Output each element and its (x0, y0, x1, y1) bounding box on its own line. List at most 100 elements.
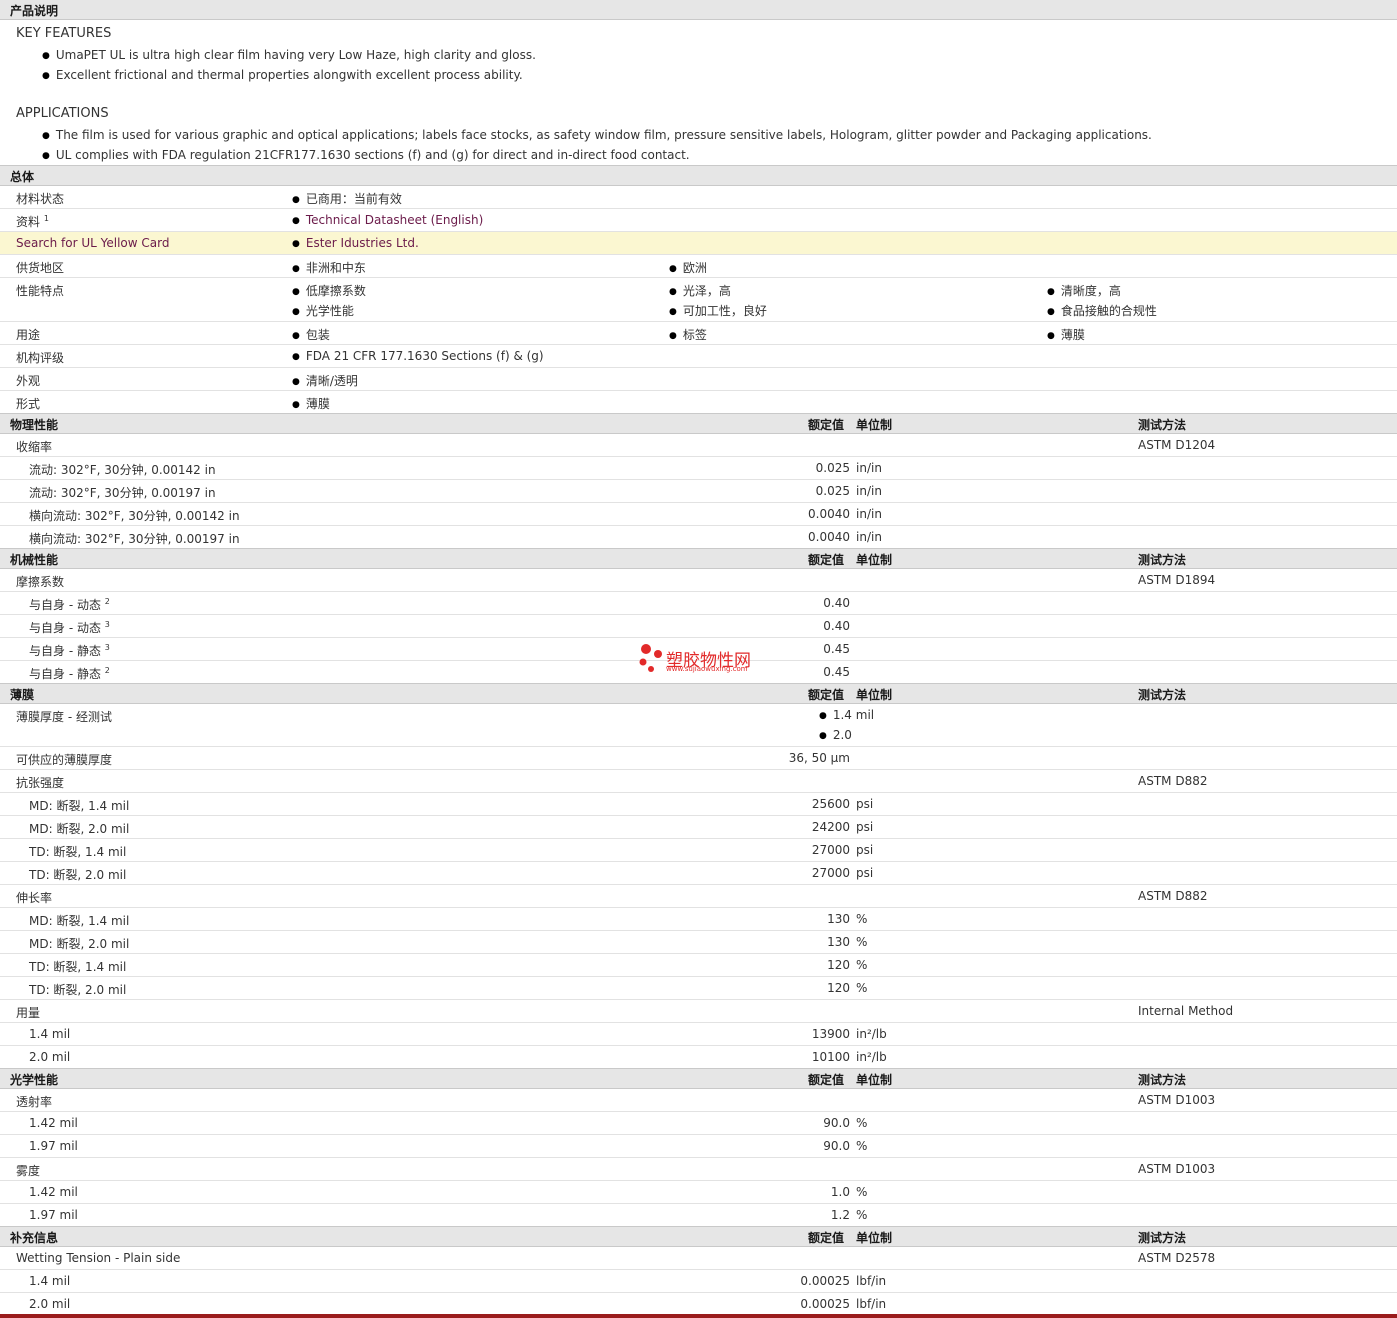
table-row: 与自身 - 动态 3 0.40 (0, 615, 1397, 638)
nominal-value: 0.00025 (800, 1297, 850, 1311)
row-yield: 用量 Internal Method (0, 1000, 1397, 1023)
test-method: ASTM D1003 (1138, 1093, 1216, 1107)
row-elongation: 伸长率 ASTM D882 (0, 885, 1397, 908)
table-row: 流动: 302°F, 30分钟, 0.00142 in 0.025 in/in (0, 457, 1397, 480)
feature-item: 可加工性，良好 (669, 302, 767, 319)
table-row: 1.97 mil 1.2 % (0, 1204, 1397, 1226)
nominal-value: 0.025 (815, 484, 850, 498)
unit-value: % (856, 1185, 868, 1199)
application-item: The film is used for various graphic and… (42, 128, 1152, 142)
nominal-value: 90.0 (823, 1139, 850, 1153)
nominal-value: 0.025 (815, 461, 850, 475)
feature-item: 食品接触的合规性 (1047, 302, 1157, 319)
prop-value: FDA 21 CFR 177.1630 Sections (f) & (g) (292, 349, 544, 363)
unit-value: % (856, 981, 868, 995)
nominal-value: 13900 (811, 1027, 850, 1041)
applications-title: APPLICATIONS (16, 106, 109, 121)
cond-label: 横向流动: 302°F, 30分钟, 0.00197 in (29, 532, 240, 546)
unit-value: psi (856, 866, 874, 880)
use-item: 标签 (669, 326, 707, 343)
bottom-bar (0, 1314, 1397, 1318)
table-row: 与自身 - 动态 2 0.40 (0, 592, 1397, 615)
table-row: MD: 断裂, 2.0 mil 130 % (0, 931, 1397, 954)
section-title: 机械性能 (10, 553, 59, 567)
watermark-url: www.sujiaowuxing.com (666, 665, 748, 673)
cond-label: MD: 断裂, 2.0 mil (29, 937, 130, 951)
technical-datasheet-link[interactable]: Technical Datasheet (English) (292, 213, 483, 227)
col-nominal: 额定值 (808, 553, 845, 567)
unit-value: in/in (856, 507, 882, 521)
unit-value: psi (856, 797, 874, 811)
table-row: TD: 断裂, 2.0 mil 120 % (0, 977, 1397, 1000)
row-features: 性能特点 低摩擦系数 光泽，高 清晰度，高 光学性能 可加工性，良好 食品接触的… (0, 278, 1397, 322)
row-shrinkage: 收缩率 ASTM D1204 (0, 434, 1397, 457)
cond-label: 与自身 - 静态 2 (29, 666, 110, 681)
prop-label: 雾度 (16, 1164, 41, 1178)
cond-label: TD: 断裂, 1.4 mil (29, 960, 127, 974)
prop-label: 形式 (16, 397, 41, 411)
prop-label: 可供应的薄膜厚度 (16, 753, 113, 767)
col-nominal: 额定值 (808, 418, 845, 432)
row-form: 形式 薄膜 (0, 391, 1397, 413)
unit-value: lbf/in (856, 1297, 887, 1311)
col-unit: 单位制 (856, 418, 893, 432)
watermark-logo-icon (639, 644, 662, 672)
test-method: ASTM D1894 (1138, 573, 1216, 587)
test-method: ASTM D882 (1138, 774, 1208, 788)
row-wetting-tension: Wetting Tension - Plain side ASTM D2578 (0, 1247, 1397, 1270)
section-title: 产品说明 (10, 4, 59, 18)
section-header-physical: 物理性能 额定值 单位制 测试方法 (0, 413, 1397, 434)
nominal-value: 0.40 (823, 619, 850, 633)
col-unit: 单位制 (856, 1073, 893, 1087)
test-method: ASTM D1204 (1138, 438, 1216, 452)
prop-label: 资料 1 (16, 214, 49, 229)
prop-label: 外观 (16, 374, 41, 388)
prop-value: 清晰/透明 (292, 372, 358, 389)
nominal-value: 130 (827, 912, 850, 926)
section-header-optical: 光学性能 额定值 单位制 测试方法 (0, 1068, 1397, 1089)
cond-label: 与自身 - 动态 2 (29, 597, 110, 612)
nominal-value: 0.0040 (808, 507, 850, 521)
feature-item: 光泽，高 (669, 282, 731, 299)
nominal-value: 25600 (811, 797, 850, 811)
prop-value: 已商用：当前有效 (292, 190, 402, 207)
ul-yellow-card-link[interactable]: Search for UL Yellow Card (16, 236, 169, 250)
row-friction: 摩擦系数 ASTM D1894 (0, 569, 1397, 592)
col-nominal: 额定值 (808, 688, 845, 702)
unit-value: % (856, 1139, 868, 1153)
col-nominal: 额定值 (808, 1073, 845, 1087)
table-row: 1.42 mil 1.0 % (0, 1181, 1397, 1204)
section-title: 物理性能 (10, 418, 59, 432)
section-header-general: 总体 (0, 166, 1397, 186)
col-method: 测试方法 (1138, 1231, 1187, 1245)
cond-label: 2.0 mil (29, 1050, 71, 1064)
col-unit: 单位制 (856, 1231, 893, 1245)
table-row: 横向流动: 302°F, 30分钟, 0.00197 in 0.0040 in/… (0, 526, 1397, 548)
cond-label: MD: 断裂, 2.0 mil (29, 822, 130, 836)
region-item: 欧洲 (669, 259, 707, 276)
unit-value: % (856, 1116, 868, 1130)
unit-value: % (856, 935, 868, 949)
unit-value: in²/lb (856, 1050, 887, 1064)
row-documents: 资料 1 Technical Datasheet (English) (0, 209, 1397, 232)
nominal-value: 90.0 (823, 1116, 850, 1130)
cond-label: 1.4 mil (29, 1027, 71, 1041)
table-row: 1.97 mil 90.0 % (0, 1135, 1397, 1158)
feature-item: 低摩擦系数 (292, 282, 366, 299)
table-row: 1.42 mil 90.0 % (0, 1112, 1397, 1135)
cond-label: 1.97 mil (29, 1208, 78, 1222)
supplier-link[interactable]: Ester Idustries Ltd. (292, 236, 419, 250)
prop-label: 透射率 (16, 1095, 53, 1109)
row-ul-yellow-card: Search for UL Yellow Card Ester Idustrie… (0, 232, 1397, 255)
nominal-value: 1.0 (830, 1185, 850, 1199)
feature-item: 光学性能 (292, 302, 354, 319)
unit-value: % (856, 958, 868, 972)
prop-value: 薄膜 (292, 395, 330, 412)
cond-label: 2.0 mil (29, 1297, 71, 1311)
table-row: MD: 断裂, 2.0 mil 24200 psi (0, 816, 1397, 839)
table-row: 2.0 mil 10100 in²/lb (0, 1046, 1397, 1068)
prop-label: 用量 (16, 1006, 41, 1020)
thickness-value: 1.4 mil (819, 708, 874, 722)
table-row: TD: 断裂, 2.0 mil 27000 psi (0, 862, 1397, 885)
cond-label: 横向流动: 302°F, 30分钟, 0.00142 in (29, 509, 240, 523)
